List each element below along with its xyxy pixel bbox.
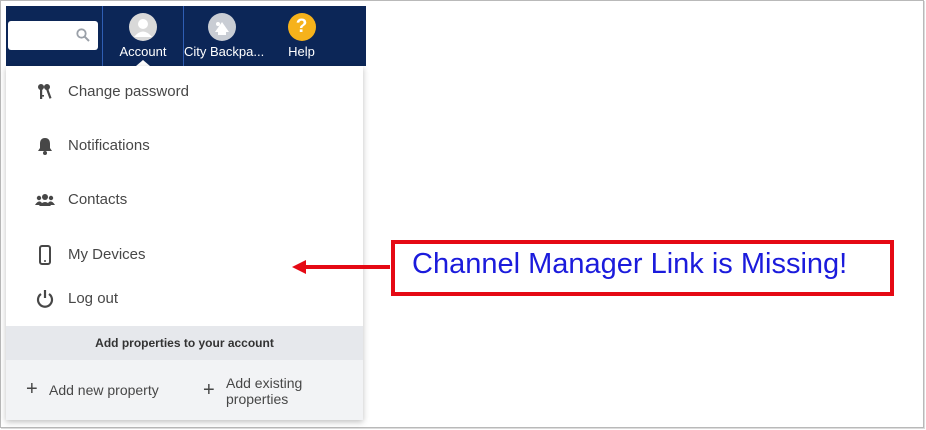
- keys-icon: [38, 84, 52, 99]
- property-icon: [208, 13, 236, 41]
- mobile-device-icon: [39, 245, 51, 265]
- bell-icon: [38, 138, 52, 155]
- help-icon: ?: [287, 13, 316, 41]
- add-properties-section: + Add new property + Add existing proper…: [6, 360, 363, 420]
- power-icon: [36, 290, 54, 308]
- menu-item-label: My Devices: [68, 246, 146, 263]
- nav-help-label: Help: [288, 44, 315, 59]
- plus-icon: +: [26, 378, 38, 400]
- nav-account-button[interactable]: Account: [102, 6, 184, 66]
- nav-property-label: City Backpa...: [184, 44, 265, 59]
- users-icon: [35, 194, 55, 206]
- nav-help-button[interactable]: ? Help: [274, 6, 329, 66]
- menu-item-contacts[interactable]: Contacts: [6, 180, 363, 220]
- search-input[interactable]: [8, 21, 98, 50]
- menu-item-label: Notifications: [68, 137, 150, 154]
- menu-item-label: Contacts: [68, 191, 128, 208]
- annotation-arrow: [292, 260, 390, 274]
- account-avatar-icon: [129, 13, 157, 41]
- plus-icon: +: [203, 379, 215, 401]
- add-existing-label-line1: Add existing: [226, 375, 303, 391]
- top-navbar: Account City Backpa... ? Help: [6, 6, 366, 66]
- add-new-property-label: Add new property: [49, 382, 159, 398]
- menu-item-label: Log out: [68, 290, 119, 307]
- nav-property-button[interactable]: City Backpa...: [184, 6, 265, 66]
- add-existing-label-line2: properties: [226, 391, 289, 407]
- account-dropdown-menu: Change password Notifications Contacts M…: [6, 66, 363, 420]
- add-properties-header: Add properties to your account: [6, 326, 363, 360]
- annotation-text: Channel Manager Link is Missing!: [412, 248, 848, 280]
- add-new-property-button[interactable]: + Add new property: [26, 378, 186, 400]
- add-existing-properties-button[interactable]: + Add existing properties: [203, 375, 323, 411]
- menu-item-log-out[interactable]: Log out: [6, 279, 363, 319]
- nav-account-label: Account: [119, 44, 167, 59]
- menu-item-change-password[interactable]: Change password: [6, 72, 363, 112]
- search-icon[interactable]: [76, 28, 90, 42]
- annotation-callout: Channel Manager Link is Missing!: [391, 240, 894, 296]
- menu-item-notifications[interactable]: Notifications: [6, 126, 363, 166]
- menu-item-label: Change password: [68, 83, 189, 100]
